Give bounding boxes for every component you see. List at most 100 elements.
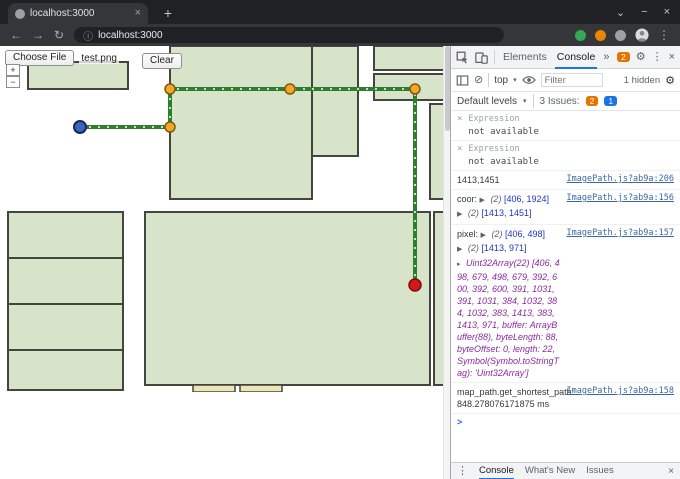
array-count: (2) <box>468 208 479 218</box>
console-sidebar-toggle-icon[interactable] <box>456 74 469 87</box>
divider <box>494 50 495 64</box>
browser-tab[interactable]: localhost:3000 × <box>8 3 148 24</box>
site-info-icon[interactable]: ⓘ <box>83 28 93 43</box>
expand-triangle-icon[interactable]: ▶ <box>457 211 462 218</box>
console-log-row: pixel: ▶ (2) [406, 498] ▶ (2) [1413, 971… <box>451 225 680 383</box>
console-filter-input[interactable] <box>541 73 603 87</box>
source-link[interactable]: ImagePath.js?ab9a:156 <box>561 193 674 203</box>
expression-label: Expression <box>468 144 674 154</box>
expand-triangle-icon[interactable]: ▶ <box>457 246 462 253</box>
page-scrollbar[interactable] <box>443 46 450 479</box>
drawer-menu-kebab-icon[interactable]: ⋮ <box>457 466 468 477</box>
devtools-drawer: ⋮ Console What's New Issues × <box>451 462 680 479</box>
profile-avatar[interactable] <box>635 28 649 42</box>
forward-icon[interactable]: → <box>32 29 44 41</box>
log-text: 1413,1451 <box>457 175 500 185</box>
divider <box>533 94 534 108</box>
console-prompt[interactable]: > <box>457 417 462 427</box>
tab-close-icon[interactable]: × <box>135 8 141 19</box>
device-toolbar-icon[interactable] <box>475 51 488 64</box>
new-tab-button[interactable]: + <box>158 4 178 22</box>
map-rooms <box>8 46 450 392</box>
console-prompt-row: > <box>451 414 680 430</box>
array-count: (2) <box>491 229 502 239</box>
start-marker <box>74 121 86 133</box>
issues-info-badge[interactable]: 1 <box>604 96 617 107</box>
clear-button[interactable]: Clear <box>142 53 182 69</box>
browser-menu-icon[interactable]: ⋮ <box>658 29 670 41</box>
live-expression-row: × Expression not available <box>451 141 680 171</box>
log-label: pixel: <box>457 229 478 239</box>
chevron-down-icon: ▾ <box>523 97 527 105</box>
divider <box>488 73 489 87</box>
selected-file-name: test.png <box>79 53 119 64</box>
typed-array-preview: Uint32Array(22) [406, 498, 679, 498, 679… <box>457 258 560 378</box>
drawer-tab-console[interactable]: Console <box>479 463 514 479</box>
array-preview: [1413, 971] <box>481 243 526 253</box>
window-close-button[interactable]: × <box>664 6 670 18</box>
array-preview: [406, 1924] <box>504 194 549 204</box>
array-preview: [406, 498] <box>505 229 545 239</box>
browser-titlebar: localhost:3000 × + ⌄ − × <box>0 0 680 24</box>
issues-label[interactable]: 3 Issues: <box>540 96 580 107</box>
live-expression-eye-icon[interactable] <box>522 75 536 85</box>
window-menu-icon[interactable]: ⌄ <box>616 6 625 19</box>
remove-expression-icon[interactable]: × <box>457 114 462 124</box>
issues-warning-badge[interactable]: 2 <box>586 96 599 107</box>
browser-window: localhost:3000 × + ⌄ − × ← → ↻ ⓘ localho… <box>0 0 680 479</box>
back-icon[interactable]: ← <box>10 29 22 41</box>
context-selector[interactable]: top <box>494 75 508 86</box>
window-controls: ⌄ − × <box>616 0 670 24</box>
log-label: coor: <box>457 194 477 204</box>
source-link[interactable]: ImagePath.js?ab9a:157 <box>561 228 674 238</box>
console-toolbar: ⊘ top ▾ 1 hidden ⚙ <box>451 69 680 92</box>
devtools-close-icon[interactable]: × <box>669 52 675 63</box>
source-link[interactable]: ImagePath.js?ab9a:158 <box>561 386 674 396</box>
console-log-row: 1413,1451 ImagePath.js?ab9a:206 <box>451 171 680 190</box>
drawer-close-icon[interactable]: × <box>668 466 674 477</box>
waypoint-marker <box>410 84 420 94</box>
extension-icon[interactable] <box>575 30 586 41</box>
tab-console[interactable]: Console <box>555 46 598 69</box>
clear-console-icon[interactable]: ⊘ <box>474 75 483 86</box>
remove-expression-icon[interactable]: × <box>457 144 462 154</box>
inspect-element-icon[interactable] <box>456 51 469 64</box>
waypoint-marker <box>165 84 175 94</box>
devtools-menu-kebab-icon[interactable]: ⋮ <box>652 52 663 63</box>
favicon-globe-icon <box>15 9 25 19</box>
reload-icon[interactable]: ↻ <box>54 29 64 41</box>
address-bar[interactable]: ⓘ localhost:3000 <box>74 27 504 43</box>
browser-navbar: ← → ↻ ⓘ localhost:3000 ⋮ <box>0 24 680 46</box>
console-levels-bar: Default levels ▾ 3 Issues: 2 1 <box>451 92 680 111</box>
source-link[interactable]: ImagePath.js?ab9a:206 <box>561 174 674 184</box>
array-count: (2) <box>490 194 501 204</box>
log-levels-dropdown[interactable]: Default levels <box>457 96 517 107</box>
zoom-out-button[interactable]: − <box>6 76 20 88</box>
console-messages: × Expression not available × Expression … <box>451 111 680 462</box>
floorplan-map-canvas[interactable] <box>0 46 450 392</box>
hidden-messages-count[interactable]: 1 hidden <box>624 75 660 86</box>
zoom-in-button[interactable]: + <box>6 64 20 76</box>
error-count-badge[interactable]: 2 <box>617 52 630 63</box>
tab-elements[interactable]: Elements <box>501 46 549 69</box>
expand-triangle-icon[interactable]: ▸ <box>457 261 461 268</box>
expand-triangle-icon[interactable]: ▶ <box>481 232 486 239</box>
minimize-button[interactable]: − <box>641 6 647 18</box>
waypoint-marker <box>165 122 175 132</box>
drawer-tab-issues[interactable]: Issues <box>586 463 613 479</box>
console-log-row: map_path.get_shortest_path: 848.27807617… <box>451 383 680 414</box>
devtools-tabbar: Elements Console » 2 ⚙ ⋮ × <box>451 46 680 69</box>
devtools-settings-gear-icon[interactable]: ⚙ <box>636 52 646 63</box>
drawer-tab-whats-new[interactable]: What's New <box>525 463 575 479</box>
live-expression-row: × Expression not available <box>451 111 680 141</box>
extension-icon[interactable] <box>595 30 606 41</box>
array-count: (2) <box>468 243 479 253</box>
expand-triangle-icon[interactable]: ▶ <box>480 197 485 204</box>
chevron-down-icon: ▾ <box>513 76 517 84</box>
url-text: localhost:3000 <box>98 30 163 41</box>
devtools-panel: Elements Console » 2 ⚙ ⋮ × ⊘ top ▾ 1 hid… <box>450 46 680 479</box>
extension-icon[interactable] <box>615 30 626 41</box>
console-settings-gear-icon[interactable]: ⚙ <box>665 74 675 87</box>
more-tabs-icon[interactable]: » <box>603 52 609 63</box>
array-preview: [1413, 1451] <box>481 208 531 218</box>
